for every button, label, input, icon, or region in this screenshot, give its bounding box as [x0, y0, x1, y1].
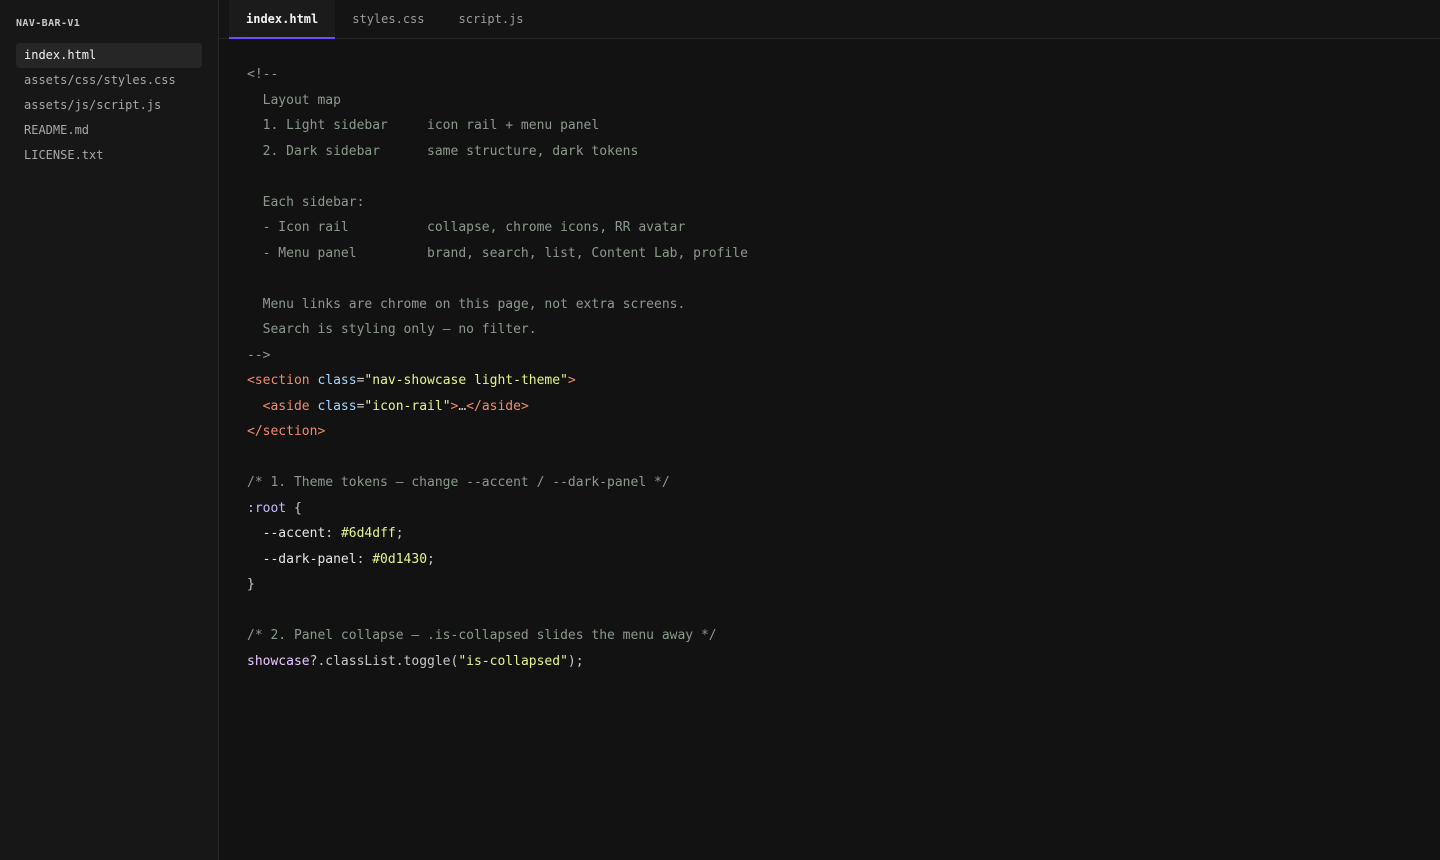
code-token: Menu links are chrome on this page, not … — [247, 296, 686, 312]
code-token: ; — [395, 526, 404, 541]
code-line: --dark-panel: #0d1430; — [247, 547, 1440, 573]
code-token: /* 2. Panel collapse — .is-collapsed sli… — [247, 628, 717, 643]
file-explorer: NAV-BAR-V1 index.html assets/css/styles.… — [0, 0, 219, 860]
code-token: Each sidebar: — [247, 194, 365, 210]
code-line: Each sidebar: — [247, 190, 1440, 216]
file-item-readme[interactable]: README.md — [16, 118, 202, 143]
code-line: <!-- — [247, 62, 1440, 88]
code-token: <section — [247, 373, 310, 388]
code-token: <!-- — [247, 67, 279, 82]
code-token: > — [567, 373, 576, 388]
code-token: class — [317, 398, 357, 414]
tab-index-html[interactable]: index.html — [229, 0, 336, 39]
editor-area: index.html styles.css script.js <!-- Lay… — [219, 0, 1440, 860]
code-token: --accent — [247, 526, 326, 541]
code-line: :root { — [247, 496, 1440, 522]
code-token: :root — [247, 500, 287, 516]
code-line: --accent: #6d4dff; — [247, 521, 1440, 547]
code-line: <aside class="icon-rail">…</aside> — [247, 394, 1440, 420]
code-token: /* 1. Theme tokens — change --accent / -… — [247, 475, 670, 490]
code-token: Search is styling only — no filter. — [247, 322, 537, 337]
code-line: - Menu panel brand, search, list, Conten… — [247, 241, 1440, 267]
project-title: NAV-BAR-V1 — [16, 18, 81, 29]
tab-script-js[interactable]: script.js — [442, 0, 541, 38]
file-item-index-html[interactable]: index.html — [16, 43, 202, 68]
code-token: --> — [247, 347, 271, 363]
code-token: Layout map — [247, 92, 341, 108]
code-token: #6d4dff — [340, 526, 396, 541]
tab-bar: index.html styles.css script.js — [219, 0, 1440, 39]
file-list: index.html assets/css/styles.css assets/… — [16, 43, 202, 168]
code-line: Layout map — [247, 88, 1440, 114]
code-line: } — [247, 572, 1440, 598]
code-line: - Icon rail collapse, chrome icons, RR a… — [247, 215, 1440, 241]
file-item-license[interactable]: LICENSE.txt — [16, 143, 202, 168]
code-token: class — [317, 373, 357, 388]
code-token: : — [325, 526, 341, 541]
code-token: 1. Light sidebar icon rail + menu panel — [247, 118, 600, 133]
code-token: --dark-panel — [247, 551, 357, 567]
code-line: <section class="nav-showcase light-theme… — [247, 368, 1440, 394]
code-editor-app: NAV-BAR-V1 index.html assets/css/styles.… — [0, 0, 1440, 860]
code-line: Menu links are chrome on this page, not … — [247, 292, 1440, 318]
code-token: ; — [427, 551, 435, 567]
code-token: </section> — [247, 424, 326, 439]
code-token: ?.classList.toggle( — [309, 653, 459, 669]
code-line: --> — [247, 343, 1440, 369]
code-token: … — [458, 398, 467, 414]
file-item-script-js[interactable]: assets/js/script.js — [16, 93, 202, 118]
code-line: showcase?.classList.toggle("is-collapsed… — [247, 649, 1440, 675]
code-line: Search is styling only — no filter. — [247, 317, 1440, 343]
file-item-styles-css[interactable]: assets/css/styles.css — [16, 68, 202, 93]
code-line: </section> — [247, 419, 1440, 445]
code-token: { — [286, 500, 302, 516]
code-token: "is-collapsed" — [458, 653, 568, 669]
code-line: /* 2. Panel collapse — .is-collapsed sli… — [247, 623, 1440, 649]
code-token: showcase — [247, 653, 310, 669]
code-token: - Icon rail collapse, chrome icons, RR a… — [247, 220, 686, 235]
code-token: - Menu panel brand, search, list, Conten… — [247, 245, 748, 261]
tab-styles-css[interactable]: styles.css — [335, 0, 441, 38]
code-token: 2. Dark sidebar same structure, dark tok… — [247, 143, 639, 159]
code-line: /* 1. Theme tokens — change --accent / -… — [247, 470, 1440, 496]
code-token: ); — [567, 653, 584, 669]
code-view[interactable]: <!-- Layout map 1. Light sidebar icon ra… — [219, 39, 1440, 860]
code-token: : — [356, 551, 373, 567]
code-line: 2. Dark sidebar same structure, dark tok… — [247, 139, 1440, 165]
code-token: "icon-rail" — [364, 398, 451, 414]
code-token: "nav-showcase light-theme" — [364, 373, 568, 388]
code-token: } — [247, 577, 255, 592]
code-token: <aside — [262, 398, 310, 414]
code-line: 1. Light sidebar icon rail + menu panel — [247, 113, 1440, 139]
code-token: #0d1430 — [372, 551, 428, 567]
code-token: </aside> — [466, 398, 529, 414]
